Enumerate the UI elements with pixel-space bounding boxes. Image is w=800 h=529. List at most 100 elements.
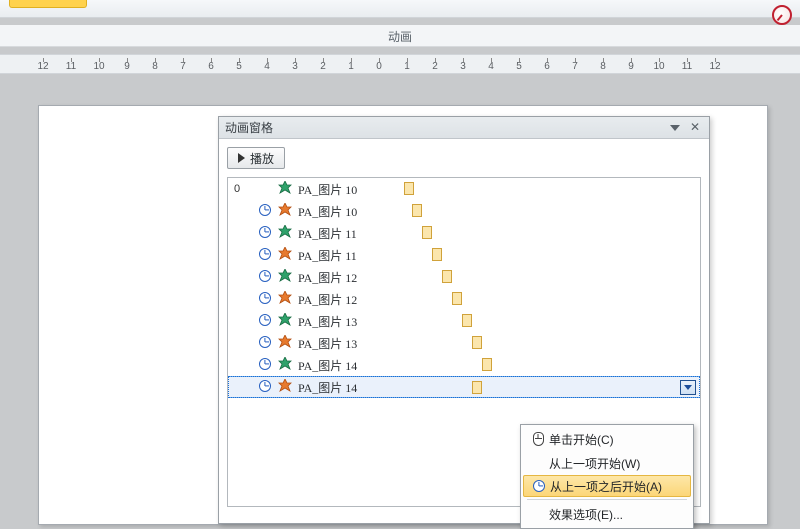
start-after-previous-icon xyxy=(256,226,274,241)
clock-icon-wrap xyxy=(528,480,550,492)
ruler-number: 11 xyxy=(57,61,85,72)
animation-pane-titlebar: 动画窗格 ✕ xyxy=(219,117,709,139)
animation-row[interactable]: PA_图片 11 xyxy=(228,222,700,244)
animation-row-name: PA_图片 10 xyxy=(296,203,404,220)
effect-icon xyxy=(274,181,296,198)
ruler-segment: 5 xyxy=(505,55,533,74)
animation-row[interactable]: PA_图片 13 xyxy=(228,310,700,332)
ruler-segment: 12 xyxy=(701,55,729,74)
play-icon xyxy=(238,153,245,163)
animation-row-name: PA_图片 10 xyxy=(296,181,404,198)
clock-icon xyxy=(259,380,271,392)
clock-icon xyxy=(259,358,271,370)
menu-item-label: 单击开始(C) xyxy=(549,431,683,448)
ruler-number: 8 xyxy=(589,61,617,72)
timeline-bar[interactable] xyxy=(404,182,414,195)
effect-icon xyxy=(274,269,296,286)
play-button-label: 播放 xyxy=(250,150,274,167)
animation-row[interactable]: PA_图片 12 xyxy=(228,266,700,288)
quick-access-highlight xyxy=(9,0,87,8)
menu-item[interactable]: 单击开始(C) xyxy=(523,427,691,451)
ruler-segment: 10 xyxy=(85,55,113,74)
timeline-bar[interactable] xyxy=(482,358,492,371)
horizontal-ruler: 1211109876543210123456789101112 xyxy=(0,54,800,74)
start-after-previous-icon xyxy=(256,358,274,373)
ruler-number: 6 xyxy=(197,61,225,72)
timeline-area xyxy=(404,266,700,288)
start-after-previous-icon xyxy=(256,314,274,329)
animation-row[interactable]: PA_图片 14 xyxy=(228,376,700,398)
entrance-star-icon xyxy=(278,181,292,195)
timeline-bar[interactable] xyxy=(452,292,462,305)
ruler-number: 5 xyxy=(225,61,253,72)
ribbon-timing-icon[interactable] xyxy=(772,5,792,25)
ribbon-group-label-row: 动画 xyxy=(0,25,800,47)
timeline-area xyxy=(404,288,700,310)
animation-row[interactable]: PA_图片 11 xyxy=(228,244,700,266)
timeline-bar[interactable] xyxy=(412,204,422,217)
menu-item[interactable]: 从上一项之后开始(A) xyxy=(523,475,691,497)
pane-close-button[interactable]: ✕ xyxy=(687,120,703,136)
ruler-number: 4 xyxy=(477,61,505,72)
ruler-number: 5 xyxy=(505,61,533,72)
entrance-star-icon xyxy=(278,225,292,239)
ruler-segment: 1 xyxy=(393,55,421,74)
timeline-bar[interactable] xyxy=(472,381,482,394)
timeline-bar[interactable] xyxy=(422,226,432,239)
emphasis-star-icon xyxy=(278,379,292,393)
ruler-number: 11 xyxy=(673,61,701,72)
ruler-segment: 0 xyxy=(365,55,393,74)
start-after-previous-icon xyxy=(256,204,274,219)
timeline-bar[interactable] xyxy=(432,248,442,261)
effect-icon xyxy=(274,291,296,308)
row-dropdown-button[interactable] xyxy=(680,380,696,395)
timeline-area xyxy=(404,222,700,244)
animation-row-name: PA_图片 11 xyxy=(296,225,404,242)
entrance-star-icon xyxy=(278,357,292,371)
ruler-segment: 4 xyxy=(477,55,505,74)
ruler-segment: 7 xyxy=(561,55,589,74)
menu-item-label: 从上一项开始(W) xyxy=(549,455,683,472)
start-after-previous-icon xyxy=(256,248,274,263)
animation-row[interactable]: PA_图片 12 xyxy=(228,288,700,310)
animation-row[interactable]: PA_图片 10 xyxy=(228,200,700,222)
chevron-down-icon xyxy=(684,385,692,390)
animation-row[interactable]: PA_图片 14 xyxy=(228,354,700,376)
ruler-segment: 3 xyxy=(449,55,477,74)
menu-item[interactable]: 从上一项开始(W) xyxy=(523,451,691,475)
menu-item[interactable]: 效果选项(E)... xyxy=(523,502,691,526)
ruler-segment: 8 xyxy=(141,55,169,74)
timeline-bar[interactable] xyxy=(472,336,482,349)
animation-row-name: PA_图片 12 xyxy=(296,291,404,308)
start-after-previous-icon xyxy=(256,270,274,285)
ruler-number: 9 xyxy=(113,61,141,72)
ruler-number: 7 xyxy=(169,61,197,72)
ruler-number: 6 xyxy=(533,61,561,72)
clock-icon xyxy=(533,480,545,492)
animation-pane-title: 动画窗格 xyxy=(225,119,663,136)
ruler-segment: 7 xyxy=(169,55,197,74)
play-button[interactable]: 播放 xyxy=(227,147,285,169)
ruler-segment: 2 xyxy=(421,55,449,74)
clock-icon xyxy=(259,292,271,304)
ruler-segment: 5 xyxy=(225,55,253,74)
clock-icon xyxy=(259,270,271,282)
ruler-segment: 4 xyxy=(253,55,281,74)
pane-menu-button[interactable] xyxy=(667,120,683,136)
effect-icon xyxy=(274,379,296,396)
ruler-number: 1 xyxy=(337,61,365,72)
emphasis-star-icon xyxy=(278,291,292,305)
timeline-bar[interactable] xyxy=(462,314,472,327)
chevron-down-icon xyxy=(670,125,680,131)
effect-icon xyxy=(274,247,296,264)
entrance-star-icon xyxy=(278,269,292,283)
animation-row[interactable]: 0PA_图片 10 xyxy=(228,178,700,200)
ruler-number: 9 xyxy=(617,61,645,72)
ruler-number: 7 xyxy=(561,61,589,72)
animation-row-name: PA_图片 14 xyxy=(296,357,404,374)
animation-row[interactable]: PA_图片 13 xyxy=(228,332,700,354)
timeline-bar[interactable] xyxy=(442,270,452,283)
effect-icon xyxy=(274,313,296,330)
emphasis-star-icon xyxy=(278,203,292,217)
ruler-number: 3 xyxy=(281,61,309,72)
